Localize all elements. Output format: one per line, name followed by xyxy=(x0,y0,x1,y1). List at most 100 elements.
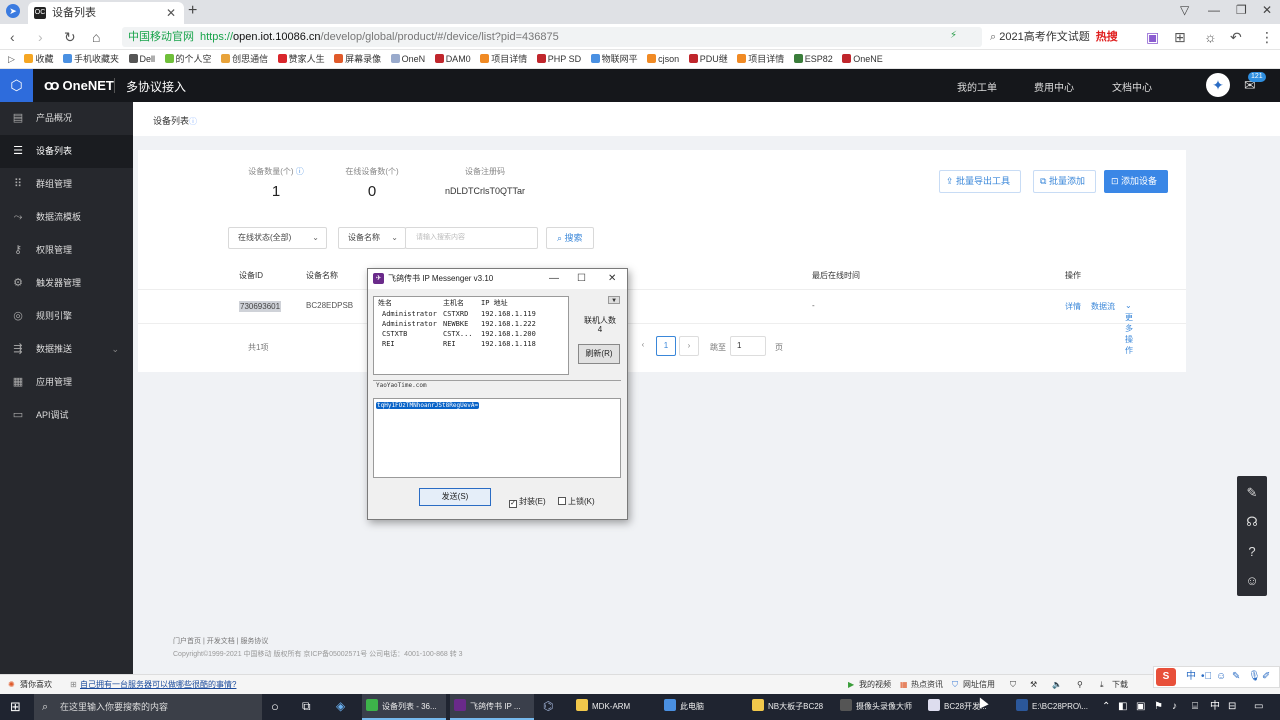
brightness-icon[interactable]: ☼ xyxy=(1204,29,1217,45)
minimize-icon[interactable]: — xyxy=(1208,3,1220,17)
restore-icon[interactable]: ❐ xyxy=(1236,3,1247,17)
support-icon[interactable]: ☊ xyxy=(1237,514,1267,530)
lightning-icon[interactable]: ⚡ xyxy=(950,30,957,41)
bookmark-16[interactable]: OneNE xyxy=(842,50,883,68)
pin-icon[interactable]: ⚲ xyxy=(1077,675,1083,695)
tray-app-icon[interactable]: ⚑ xyxy=(1154,694,1163,720)
new-tab-button[interactable]: + xyxy=(188,2,197,20)
menu-docs[interactable]: 文档中心 xyxy=(1112,79,1152,94)
taskbar-app-ipmsg[interactable]: 飞鸽传书 IP ... xyxy=(450,694,534,720)
bookmark-2[interactable]: Dell xyxy=(128,50,155,68)
bookmark-8[interactable]: DAM0 xyxy=(434,50,471,68)
my-videos-link[interactable]: 我的视频 xyxy=(859,675,891,695)
security-icon[interactable]: ⛉ xyxy=(1010,675,1016,695)
emoji-icon[interactable]: ☺ xyxy=(1216,667,1226,687)
reload-icon[interactable]: ↻ xyxy=(64,29,76,46)
sidebar-item-rules[interactable]: ◎ 规则引擎 xyxy=(0,300,133,333)
bookmark-1[interactable]: 手机收藏夹 xyxy=(62,50,119,68)
speaker-icon[interactable]: 🔈 xyxy=(1052,675,1062,695)
sidebar-item-push[interactable]: ⇶ 数据推送 ⌄ xyxy=(0,333,133,366)
list-item[interactable]: REI REI 192.168.1.118 xyxy=(374,339,568,349)
tab-device-list[interactable]: OC 设备列表 ✕ xyxy=(28,2,184,24)
batch-add-button[interactable]: ⧉ 批量添加 xyxy=(1033,170,1096,193)
ime-mode-icon[interactable]: ⊟ xyxy=(1228,694,1236,720)
bookmark-7[interactable]: OneN xyxy=(390,50,425,68)
menu-billing[interactable]: 费用中心 xyxy=(1034,79,1074,94)
sidebar-item-datastream[interactable]: ⤳ 数据流模板 xyxy=(0,201,133,234)
goto-page-input[interactable]: 1 xyxy=(730,336,766,356)
menu-icon[interactable]: ▽ xyxy=(1180,3,1189,17)
mic-icon[interactable]: 🎙 xyxy=(1248,667,1261,687)
search-field[interactable]: ⌕ 2021高考作文试题 热搜 xyxy=(990,27,1140,47)
sidebar-item-overview[interactable]: ▤ 产品概况 xyxy=(0,102,133,135)
more-actions-link[interactable]: 更多操作 ⌄ xyxy=(1125,301,1133,355)
maximize-icon[interactable]: ☐ xyxy=(577,269,586,289)
minimize-icon[interactable]: — xyxy=(549,269,559,289)
dropdown-arrow-icon[interactable]: ▼ xyxy=(608,296,620,304)
bookmark-12[interactable]: cjson xyxy=(647,50,679,68)
list-item[interactable]: CSTXTB CSTX... 192.168.1.200 xyxy=(374,329,568,339)
menu-tickets[interactable]: 我的工单 xyxy=(957,79,997,94)
hot-news-link[interactable]: 热点资讯 xyxy=(911,675,943,695)
tray-app-icon[interactable]: ▣ xyxy=(1136,694,1145,720)
taskbar-app-bc28-dev[interactable]: BC28开发... xyxy=(924,694,1008,720)
close-tab-icon[interactable]: ✕ xyxy=(166,2,176,24)
avatar[interactable]: ✦ xyxy=(1206,73,1230,97)
datastream-link[interactable]: 数据流 xyxy=(1091,301,1115,312)
sidebar-item-device-list[interactable]: ☰ 设备列表 xyxy=(0,135,133,168)
users-icon[interactable]: ☺ xyxy=(1237,573,1267,588)
site-credit-link[interactable]: 网址信用 xyxy=(963,675,995,695)
network-icon[interactable]: ⌸ xyxy=(1192,694,1198,720)
sidebar-item-triggers[interactable]: ⚙ 触发器管理 xyxy=(0,267,133,300)
search-input[interactable]: 请输入搜索内容 xyxy=(405,227,538,249)
footer-link-home[interactable]: 门户首页 xyxy=(173,638,201,645)
sidebar-toggle-icon[interactable]: ▷ xyxy=(8,50,15,68)
windows-start-icon[interactable]: ⊞ xyxy=(10,699,21,715)
send-button[interactable]: 发送(S) xyxy=(419,488,491,506)
cortana-icon[interactable]: ○ xyxy=(271,699,279,714)
field-filter-select[interactable]: 设备名称 ⌄ xyxy=(338,227,406,249)
ime-chinese-icon[interactable]: 中 xyxy=(1186,667,1196,687)
tray-app-icon[interactable]: ◧ xyxy=(1118,694,1127,720)
close-icon[interactable]: ✕ xyxy=(608,269,616,289)
help-icon[interactable]: ⓘ xyxy=(296,167,304,176)
sidebar-item-api[interactable]: ▭ API调试 xyxy=(0,399,133,432)
taskbar-app-recorder[interactable]: 摄像头录像大师 xyxy=(836,694,920,720)
taskbar-app-browser[interactable]: 设备列表 - 36... xyxy=(362,694,446,720)
close-window-icon[interactable]: ✕ xyxy=(1262,3,1272,17)
task-view-icon[interactable]: ⧉ xyxy=(302,699,311,714)
list-item[interactable]: Administrator NEWBKE 192.168.1.222 xyxy=(374,319,568,329)
bookmark-13[interactable]: PDU继 xyxy=(688,50,728,68)
bookmark-15[interactable]: ESP82 xyxy=(793,50,833,68)
bookmark-11[interactable]: 物联网平 xyxy=(590,50,638,68)
footer-link-docs[interactable]: 开发文档 xyxy=(207,638,235,645)
back-icon[interactable]: ‹ xyxy=(10,29,15,45)
user-list[interactable]: 姓名 主机名 IP 地址 Administrator CSTXRD 192.16… xyxy=(373,296,569,375)
edit-icon[interactable]: ✎ xyxy=(1237,485,1267,501)
taskbar-app-word[interactable]: E:\BC28PRO\... xyxy=(1012,694,1096,720)
search-button[interactable]: ⌕ 搜索 xyxy=(546,227,594,249)
product-home-icon[interactable]: ⬡ xyxy=(0,69,33,102)
tools-icon[interactable]: ⚒ xyxy=(1030,675,1037,695)
recommend-label[interactable]: 猜你喜欢 xyxy=(20,675,52,695)
undo-icon[interactable]: ↶ xyxy=(1230,29,1242,46)
sidebar-item-apps[interactable]: ▦ 应用管理 xyxy=(0,366,133,399)
bookmark-6[interactable]: 屏幕录像 xyxy=(334,50,381,68)
network-app-icon[interactable]: ⌬ xyxy=(543,699,553,713)
extension-icon[interactable]: ▣ xyxy=(1146,29,1159,46)
skin-icon[interactable]: ✐ xyxy=(1262,667,1270,687)
help-circle-icon[interactable]: ? xyxy=(1237,544,1267,559)
apps-grid-icon[interactable]: ⊞ xyxy=(1174,29,1186,46)
taskbar-app-mdk[interactable]: MDK-ARM xyxy=(572,694,656,720)
bookmark-4[interactable]: 创思通信 xyxy=(221,50,268,68)
pen-icon[interactable]: ✎ xyxy=(1232,667,1240,687)
device-id-cell[interactable]: 730693601 xyxy=(239,301,282,312)
more-icon[interactable]: ⋮ xyxy=(1260,29,1274,46)
sogou-icon[interactable]: S xyxy=(1156,668,1176,686)
news-link[interactable]: 自己拥有一台服务器可以做哪些很酷的事情? xyxy=(80,675,236,695)
url-field[interactable]: 中国移动官网 https://open.iot.10086.cn/develop/… xyxy=(122,27,982,47)
punct-icon[interactable]: •ﾞ xyxy=(1201,667,1212,687)
lock-checkbox[interactable]: 上锁(K) xyxy=(558,496,595,507)
bookmark-14[interactable]: 项目详情 xyxy=(737,50,784,68)
app-pinned-icon[interactable]: ◈ xyxy=(336,699,345,713)
